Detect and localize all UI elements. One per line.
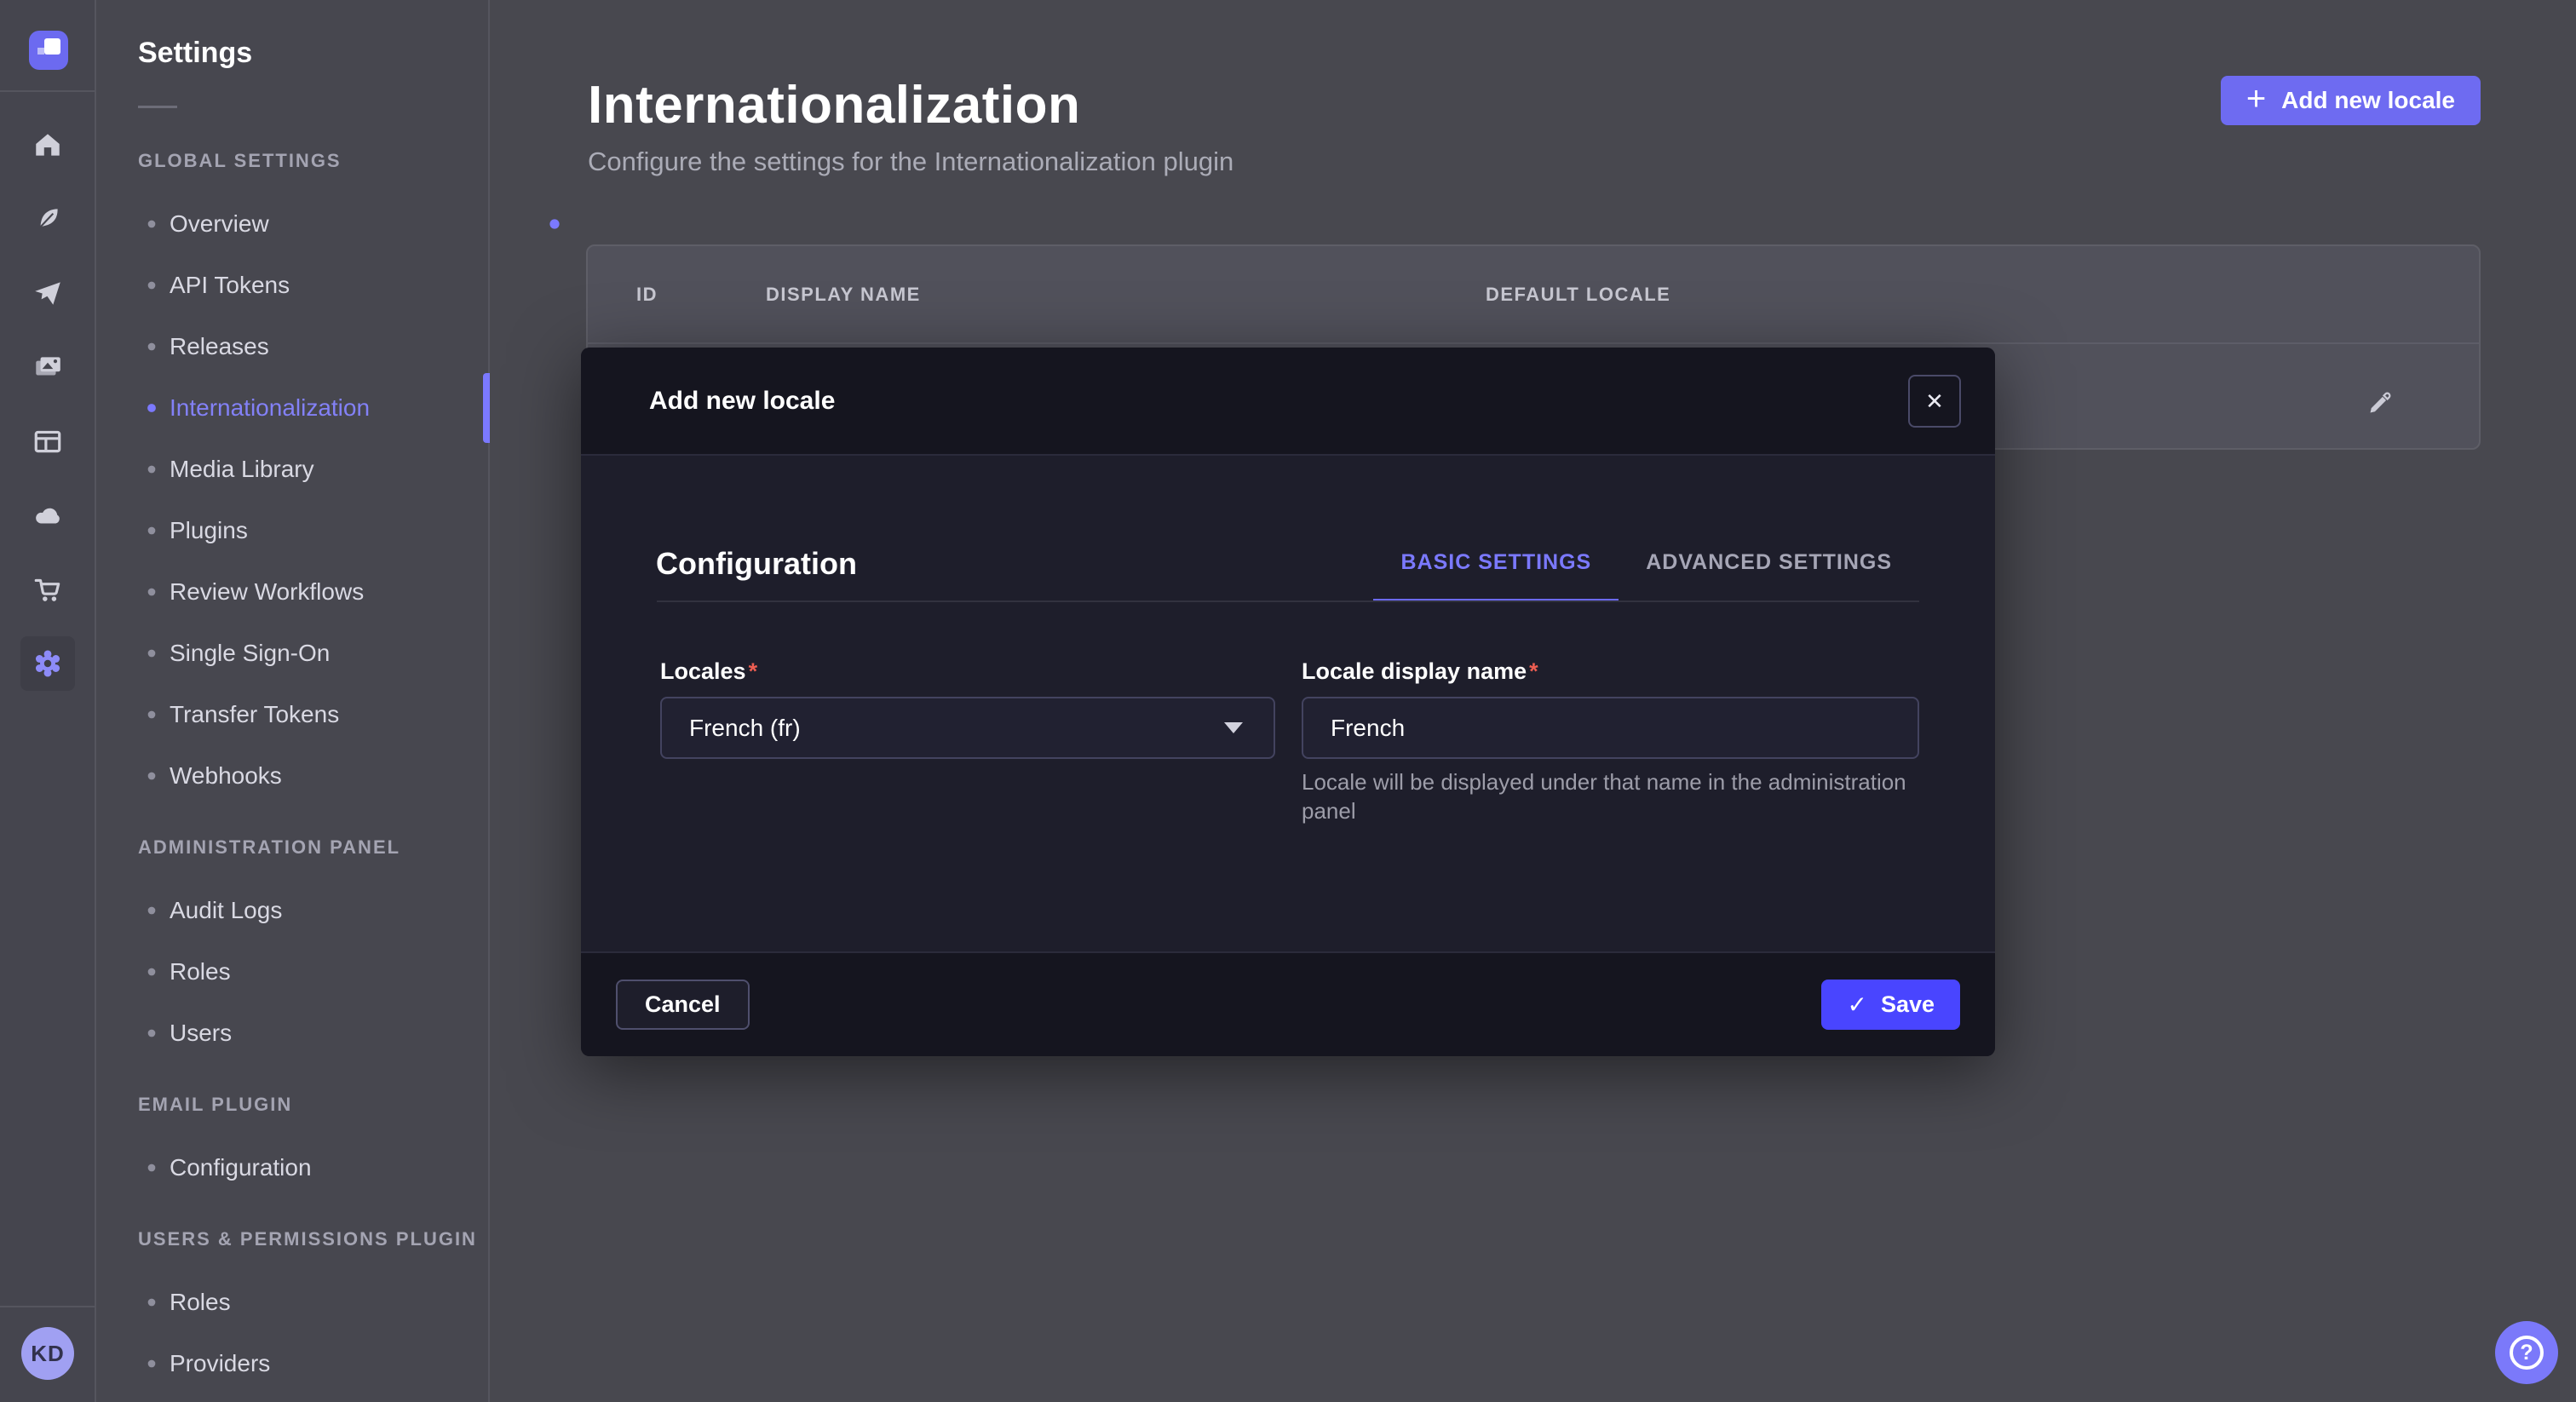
locales-select-value: French (fr) <box>689 715 1224 742</box>
administration-panel-list: Audit Logs Roles Users <box>96 880 488 1064</box>
bullet-icon <box>148 589 156 596</box>
sidebar-title-divider <box>138 106 177 108</box>
locales-field-label: Locales* <box>660 658 757 685</box>
sidebar-item-admin-users[interactable]: Users <box>96 1003 488 1064</box>
sidebar-item-webhooks[interactable]: Webhooks <box>96 745 488 807</box>
sidebar-item-transfer-tokens[interactable]: Transfer Tokens <box>96 684 488 745</box>
configuration-section-title: Configuration <box>656 546 857 582</box>
add-new-locale-label: Add new locale <box>2281 87 2455 114</box>
sidebar-item-overview[interactable]: Overview <box>96 193 488 255</box>
required-asterisk: * <box>1529 658 1538 684</box>
sidebar-item-api-tokens[interactable]: API Tokens <box>96 255 488 316</box>
sidebar-item-email-configuration[interactable]: Configuration <box>96 1137 488 1198</box>
locales-table-header: ID DISPLAY NAME DEFAULT LOCALE <box>588 246 2479 342</box>
locale-display-name-input[interactable] <box>1302 697 1919 759</box>
section-administration-panel: ADMINISTRATION PANEL <box>138 836 488 859</box>
section-divider <box>657 600 1919 602</box>
bullet-icon <box>148 968 156 976</box>
user-avatar[interactable]: KD <box>21 1327 74 1380</box>
sidebar-item-admin-roles[interactable]: Roles <box>96 941 488 1003</box>
save-button[interactable]: ✓ Save <box>1821 980 1960 1030</box>
bullet-icon <box>148 650 156 658</box>
notification-dot <box>549 219 559 228</box>
paper-plane-icon[interactable] <box>20 266 75 320</box>
check-icon: ✓ <box>1847 991 1866 1019</box>
sidebar-item-up-providers[interactable]: Providers <box>96 1333 488 1394</box>
bullet-icon <box>148 343 156 351</box>
settings-sidebar: Settings GLOBAL SETTINGS Overview API To… <box>96 0 490 1402</box>
bullet-icon <box>148 527 156 535</box>
plus-icon: + <box>2246 82 2266 116</box>
bullet-icon <box>148 282 156 290</box>
column-header-id: ID <box>636 246 658 342</box>
bullet-icon <box>148 1164 156 1172</box>
sidebar-item-internationalization[interactable]: Internationalization <box>96 377 488 439</box>
section-global-settings: GLOBAL SETTINGS <box>138 149 488 173</box>
column-header-default-locale: DEFAULT LOCALE <box>1486 246 1670 342</box>
modal-footer: Cancel ✓ Save <box>581 951 1995 1056</box>
table-header-divider <box>588 342 2479 344</box>
page-subtitle: Configure the settings for the Internati… <box>588 147 1233 177</box>
rail-divider <box>0 90 96 92</box>
tab-basic-settings[interactable]: BASIC SETTINGS <box>1373 549 1619 602</box>
bullet-icon <box>148 466 156 474</box>
modal-title: Add new locale <box>649 387 835 416</box>
sidebar-item-single-sign-on[interactable]: Single Sign-On <box>96 623 488 684</box>
cloud-icon[interactable] <box>20 488 75 543</box>
bullet-icon <box>147 404 156 412</box>
help-button[interactable]: ? <box>2495 1321 2558 1384</box>
strapi-logo-glyph <box>44 38 60 55</box>
chevron-down-icon <box>1224 722 1243 733</box>
layout-icon[interactable] <box>20 414 75 468</box>
marketplace-cart-icon[interactable] <box>20 562 75 617</box>
sidebar-item-plugins[interactable]: Plugins <box>96 500 488 561</box>
home-icon[interactable] <box>20 118 75 172</box>
active-item-indicator <box>483 373 490 443</box>
bullet-icon <box>148 711 156 719</box>
sidebar-item-up-roles[interactable]: Roles <box>96 1272 488 1333</box>
tab-advanced-settings[interactable]: ADVANCED SETTINGS <box>1619 549 1919 602</box>
sidebar-item-review-workflows[interactable]: Review Workflows <box>96 561 488 623</box>
close-icon[interactable]: ✕ <box>1908 375 1961 428</box>
bullet-icon <box>148 1360 156 1368</box>
section-users-permissions-plugin: USERS & PERMISSIONS PLUGIN <box>138 1227 488 1251</box>
sidebar-item-media-library[interactable]: Media Library <box>96 439 488 500</box>
bullet-icon <box>148 773 156 780</box>
settings-tabs: BASIC SETTINGS ADVANCED SETTINGS <box>1373 549 1919 602</box>
global-settings-list: Overview API Tokens Releases Internation… <box>96 193 488 807</box>
bullet-icon <box>148 1030 156 1037</box>
add-locale-modal: Add new locale ✕ Configuration BASIC SET… <box>581 348 1995 1056</box>
pencil-icon <box>2365 389 2394 418</box>
required-asterisk: * <box>749 658 758 684</box>
display-name-field-label: Locale display name* <box>1302 658 1538 685</box>
edit-locale-button[interactable] <box>2360 385 2398 422</box>
users-permissions-list: Roles Providers <box>96 1272 488 1394</box>
section-email-plugin: EMAIL PLUGIN <box>138 1093 488 1117</box>
bullet-icon <box>148 221 156 228</box>
bullet-icon <box>148 1299 156 1307</box>
sidebar-item-releases[interactable]: Releases <box>96 316 488 377</box>
strapi-logo-glyph-accent <box>37 48 44 55</box>
media-library-icon[interactable] <box>20 340 75 394</box>
sidebar-item-audit-logs[interactable]: Audit Logs <box>96 880 488 941</box>
bullet-icon <box>148 907 156 915</box>
locales-select[interactable]: French (fr) <box>660 697 1275 759</box>
modal-body: Configuration BASIC SETTINGS ADVANCED SE… <box>581 456 1995 951</box>
settings-gear-icon[interactable] <box>20 636 75 691</box>
strapi-logo[interactable] <box>29 31 68 70</box>
feather-icon[interactable] <box>20 192 75 246</box>
modal-header: Add new locale ✕ <box>581 348 1995 456</box>
add-new-locale-button[interactable]: + Add new locale <box>2221 76 2481 125</box>
cancel-button[interactable]: Cancel <box>616 980 750 1030</box>
save-button-label: Save <box>1881 991 1935 1018</box>
display-name-helper-text: Locale will be displayed under that name… <box>1302 767 1932 825</box>
icon-rail: KD <box>0 0 96 1402</box>
page-title: Internationalization <box>588 75 1080 135</box>
column-header-display-name: DISPLAY NAME <box>766 246 921 342</box>
sidebar-title: Settings <box>138 34 488 72</box>
question-mark-icon: ? <box>2510 1336 2544 1370</box>
email-plugin-list: Configuration <box>96 1137 488 1198</box>
rail-divider-bottom <box>0 1306 96 1307</box>
